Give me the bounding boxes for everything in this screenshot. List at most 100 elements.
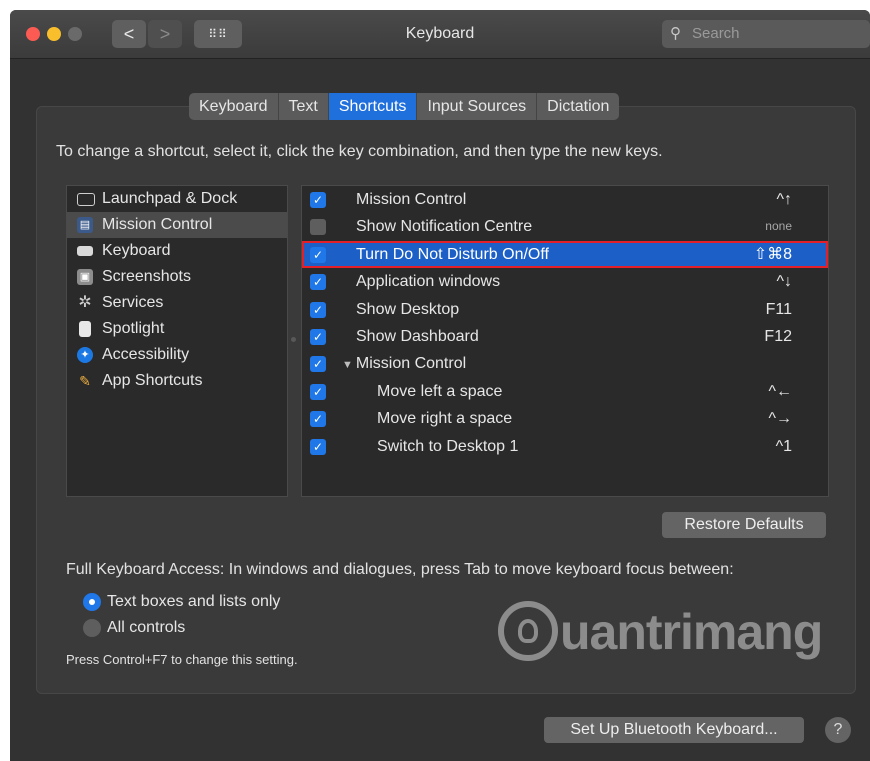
category-label: Services bbox=[102, 294, 164, 311]
shortcut-name: Show Desktop bbox=[356, 300, 460, 318]
gear-icon: ✲ bbox=[78, 294, 92, 311]
category-label: Accessibility bbox=[102, 346, 190, 363]
shortcut-key[interactable]: ⇧⌘8 bbox=[754, 241, 792, 268]
category-item[interactable]: Spotlight bbox=[67, 316, 287, 342]
shortcut-key[interactable]: ^→ bbox=[768, 405, 792, 432]
tab-bar: Keyboard Text Shortcuts Input Sources Dictat… bbox=[189, 93, 620, 120]
shortcut-checkbox[interactable]: ✓ bbox=[310, 246, 326, 263]
mission-control-icon: ▤ bbox=[77, 217, 93, 233]
keyboard-icon bbox=[77, 246, 93, 256]
shortcut-checkbox[interactable]: ✓ bbox=[310, 383, 326, 400]
shortcut-row[interactable]: ✓ Application windows ^↓ bbox=[302, 268, 828, 295]
tab-text[interactable]: Text bbox=[279, 93, 329, 120]
shortcut-row[interactable]: ✓ Mission Control ^↑ bbox=[302, 186, 828, 213]
shortcut-checkbox[interactable]: ✓ bbox=[310, 274, 326, 291]
radio-unselected-icon bbox=[83, 619, 101, 637]
watermark: uantrimang bbox=[498, 598, 830, 668]
title-bar: < > ⠿⠿ Keyboard ⚲ Search bbox=[10, 10, 870, 59]
category-item[interactable]: ✲ Services bbox=[67, 290, 287, 316]
launchpad-icon bbox=[77, 193, 95, 206]
radio-text-boxes-lists[interactable]: Text boxes and lists only bbox=[83, 591, 280, 613]
radio-selected-icon bbox=[83, 593, 101, 611]
split-handle[interactable] bbox=[291, 337, 296, 342]
tab-shortcuts[interactable]: Shortcuts bbox=[328, 93, 418, 120]
shortcut-key[interactable]: none bbox=[765, 213, 792, 240]
shortcut-name: Application windows bbox=[356, 273, 501, 291]
shortcut-checkbox[interactable]: ✓ bbox=[310, 411, 326, 428]
shortcut-name: Mission Control bbox=[356, 191, 467, 208]
show-all-grid-button[interactable]: ⠿⠿ bbox=[194, 20, 242, 48]
zoom-window-button[interactable] bbox=[68, 27, 82, 41]
shortcut-key[interactable]: ^↑ bbox=[776, 186, 792, 213]
shortcut-key[interactable]: F11 bbox=[766, 296, 792, 323]
shortcut-key[interactable]: F12 bbox=[764, 323, 792, 350]
tab-keyboard[interactable]: Keyboard bbox=[189, 93, 279, 120]
radio-label: Text boxes and lists only bbox=[107, 593, 281, 610]
shortcut-row[interactable]: ✓ Move left a space ^← bbox=[302, 378, 828, 405]
shortcut-row[interactable]: ✓ Switch to Desktop 1 ^1 bbox=[302, 433, 828, 460]
restore-defaults-button[interactable]: Restore Defaults bbox=[662, 512, 826, 538]
category-item[interactable]: Keyboard bbox=[67, 238, 287, 264]
category-label: Spotlight bbox=[102, 320, 165, 337]
watermark-text: uantrimang bbox=[560, 604, 823, 660]
app-shortcuts-icon: ✎ bbox=[79, 373, 91, 389]
shortcut-key[interactable]: ^↓ bbox=[776, 268, 792, 295]
shortcut-name: Show Notification Centre bbox=[356, 218, 533, 236]
control-f7-note: Press Control+F7 to change this setting. bbox=[66, 652, 298, 667]
radio-label: All controls bbox=[107, 619, 186, 636]
shortcut-checkbox[interactable]: ✓ bbox=[310, 328, 326, 345]
disclosure-triangle-icon[interactable]: ▼ bbox=[342, 359, 353, 371]
forward-button[interactable]: > bbox=[148, 20, 182, 48]
accessibility-icon: ✦ bbox=[77, 347, 93, 363]
category-item[interactable]: ▤ Mission Control bbox=[67, 212, 287, 238]
shortcut-group-label: Mission Control bbox=[355, 355, 467, 373]
shortcut-name: Move left a space bbox=[377, 382, 503, 400]
category-item[interactable]: Launchpad & Dock bbox=[67, 186, 287, 212]
shortcut-name: Move right a space bbox=[377, 410, 513, 428]
category-item[interactable]: ✦ Accessibility bbox=[67, 342, 287, 368]
shortcut-row[interactable]: ✓ Turn Do Not Disturb On/Off ⇧⌘8 bbox=[302, 240, 828, 269]
set-up-bluetooth-keyboard-button[interactable]: Set Up Bluetooth Keyboard... bbox=[544, 717, 804, 743]
shortcut-key[interactable]: ^1 bbox=[776, 433, 792, 460]
spotlight-icon bbox=[79, 321, 91, 337]
category-label: Screenshots bbox=[102, 268, 191, 285]
shortcut-row[interactable]: ✓ Move right a space ^→ bbox=[302, 405, 828, 432]
shortcut-row[interactable]: ✓ Show Desktop F11 bbox=[302, 296, 828, 323]
back-button[interactable]: < bbox=[112, 20, 146, 48]
shortcut-list[interactable]: ✓ Mission Control ^↑ ✓ Show Notification Cen… bbox=[301, 185, 829, 497]
radio-all-controls[interactable]: All controls bbox=[83, 617, 185, 639]
screenshots-icon: ▣ bbox=[77, 269, 93, 285]
search-icon: ⚲ bbox=[670, 25, 681, 42]
category-list[interactable]: Launchpad & Dock ▤ Mission Control Keyboard… bbox=[66, 185, 288, 497]
shortcut-checkbox[interactable]: ✓ bbox=[310, 356, 326, 373]
tab-input-sources[interactable]: Input Sources bbox=[417, 93, 538, 120]
tab-dictation[interactable]: Dictation bbox=[537, 93, 619, 120]
shortcut-name: Switch to Desktop 1 bbox=[377, 437, 519, 455]
help-button[interactable]: ? bbox=[825, 717, 851, 743]
search-input[interactable]: ⚲ Search bbox=[662, 20, 870, 48]
shortcut-checkbox[interactable]: ✓ bbox=[310, 219, 326, 236]
shortcut-name: Show Dashboard bbox=[356, 327, 479, 345]
category-label: Launchpad & Dock bbox=[102, 190, 238, 207]
window-title: Keyboard bbox=[405, 25, 475, 42]
shortcut-row[interactable]: ✓ ▼ Mission Control bbox=[302, 350, 828, 377]
search-placeholder: Search bbox=[692, 25, 740, 42]
shortcut-key[interactable]: ^← bbox=[768, 378, 792, 405]
full-keyboard-access-label: Full Keyboard Access: In windows and dia… bbox=[66, 561, 734, 578]
minimize-window-button[interactable] bbox=[47, 27, 61, 41]
shortcut-checkbox[interactable]: ✓ bbox=[310, 438, 326, 455]
category-item[interactable]: ▣ Screenshots bbox=[67, 264, 287, 290]
category-label: Mission Control bbox=[102, 216, 213, 233]
shortcut-checkbox[interactable]: ✓ bbox=[310, 301, 326, 318]
category-label: App Shortcuts bbox=[102, 372, 203, 389]
instruction-text: To change a shortcut, select it, click t… bbox=[56, 143, 663, 160]
category-item[interactable]: ✎ App Shortcuts bbox=[67, 368, 287, 394]
shortcut-row[interactable]: ✓ Show Dashboard F12 bbox=[302, 323, 828, 350]
shortcut-checkbox[interactable]: ✓ bbox=[310, 192, 326, 208]
watermark-logo-icon bbox=[498, 601, 558, 661]
category-label: Keyboard bbox=[102, 242, 171, 259]
shortcut-row[interactable]: ✓ Show Notification Centre none bbox=[302, 213, 828, 240]
shortcut-name: ▼ Mission Control bbox=[342, 350, 466, 379]
close-window-button[interactable] bbox=[26, 27, 40, 41]
shortcut-name: Turn Do Not Disturb On/Off bbox=[356, 245, 549, 263]
